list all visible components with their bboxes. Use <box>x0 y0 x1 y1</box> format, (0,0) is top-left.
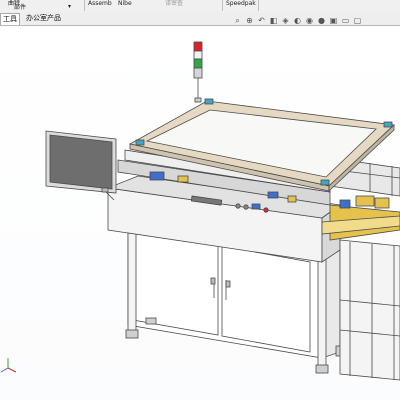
ribbon-item-assemble[interactable]: Assemb <box>88 0 112 7</box>
hide-show-items-icon[interactable]: ◉ <box>304 16 315 26</box>
assembly-model-drawing <box>0 41 400 381</box>
tab-office-products[interactable]: 办公室产品 <box>24 13 63 24</box>
signal-tower-lamp <box>193 41 203 103</box>
ribbon-item-review[interactable]: 译审查 <box>165 0 183 7</box>
ribbon-item-speedpak[interactable]: Speedpak <box>226 0 256 7</box>
edit-appearance-icon[interactable]: ● <box>316 16 327 26</box>
view-settings-icon[interactable]: ▭ <box>340 16 351 26</box>
display-style-icon[interactable]: ◐ <box>292 16 303 26</box>
chevron-down-icon[interactable]: ▾ <box>68 3 71 10</box>
coordinate-triad <box>0 358 17 373</box>
tab-tools[interactable]: 工具 <box>0 13 20 25</box>
ribbon-item-component[interactable]: 部件 <box>14 4 26 11</box>
ribbon-divider <box>258 0 259 11</box>
zoom-area-icon[interactable]: ⊕ <box>244 16 255 26</box>
zoom-to-fit-icon[interactable]: ⌕ <box>232 16 243 26</box>
apply-scene-icon[interactable]: ▣ <box>328 16 339 26</box>
monitor-icon[interactable]: ▢ <box>352 16 363 26</box>
section-view-icon[interactable]: ◧ <box>268 16 279 26</box>
monitor-screen <box>45 130 117 201</box>
ribbon-item-nibe[interactable]: Nibe <box>118 0 132 7</box>
view-orientation-icon[interactable]: ◈ <box>280 16 291 26</box>
ribbon-divider <box>222 0 223 11</box>
heads-up-view-toolbar: ⌕ ⊕ ↶ ◧ ◈ ◐ ◉ ● ▣ ▭ ▢ <box>232 16 363 26</box>
ribbon-divider <box>84 0 85 11</box>
previous-view-icon[interactable]: ↶ <box>256 16 267 26</box>
graphics-viewport[interactable] <box>0 26 400 400</box>
